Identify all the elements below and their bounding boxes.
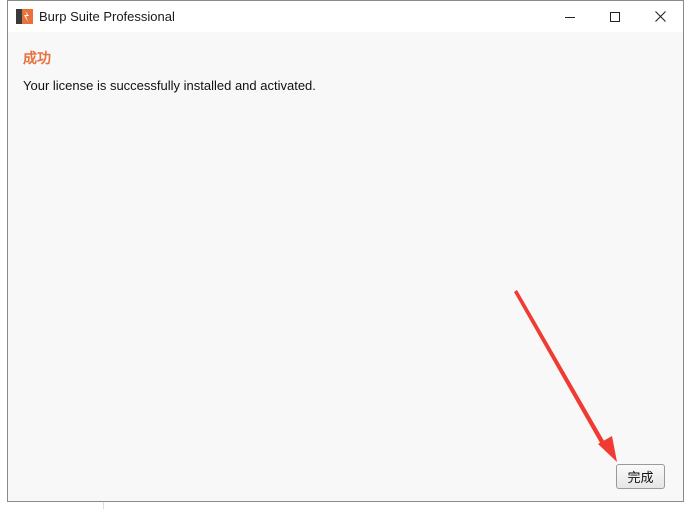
close-button[interactable] (637, 1, 683, 32)
license-message: Your license is successfully installed a… (23, 78, 316, 93)
success-heading: 成功 (23, 50, 51, 66)
maximize-icon (610, 11, 620, 22)
window-title: Burp Suite Professional (39, 9, 175, 24)
minimize-icon (565, 16, 575, 18)
title-bar[interactable]: Burp Suite Professional (8, 1, 683, 32)
dialog-window: Burp Suite Professional 成功 Your license … (7, 0, 684, 502)
dialog-content: 成功 Your license is successfully installe… (8, 32, 683, 501)
finish-button[interactable]: 完成 (616, 464, 665, 489)
background-divider (103, 502, 104, 509)
minimize-button[interactable] (547, 1, 593, 32)
maximize-button[interactable] (592, 1, 638, 32)
burp-suite-logo-icon (16, 9, 33, 24)
close-icon (654, 11, 666, 22)
screen: Burp Suite Professional 成功 Your license … (0, 0, 691, 509)
